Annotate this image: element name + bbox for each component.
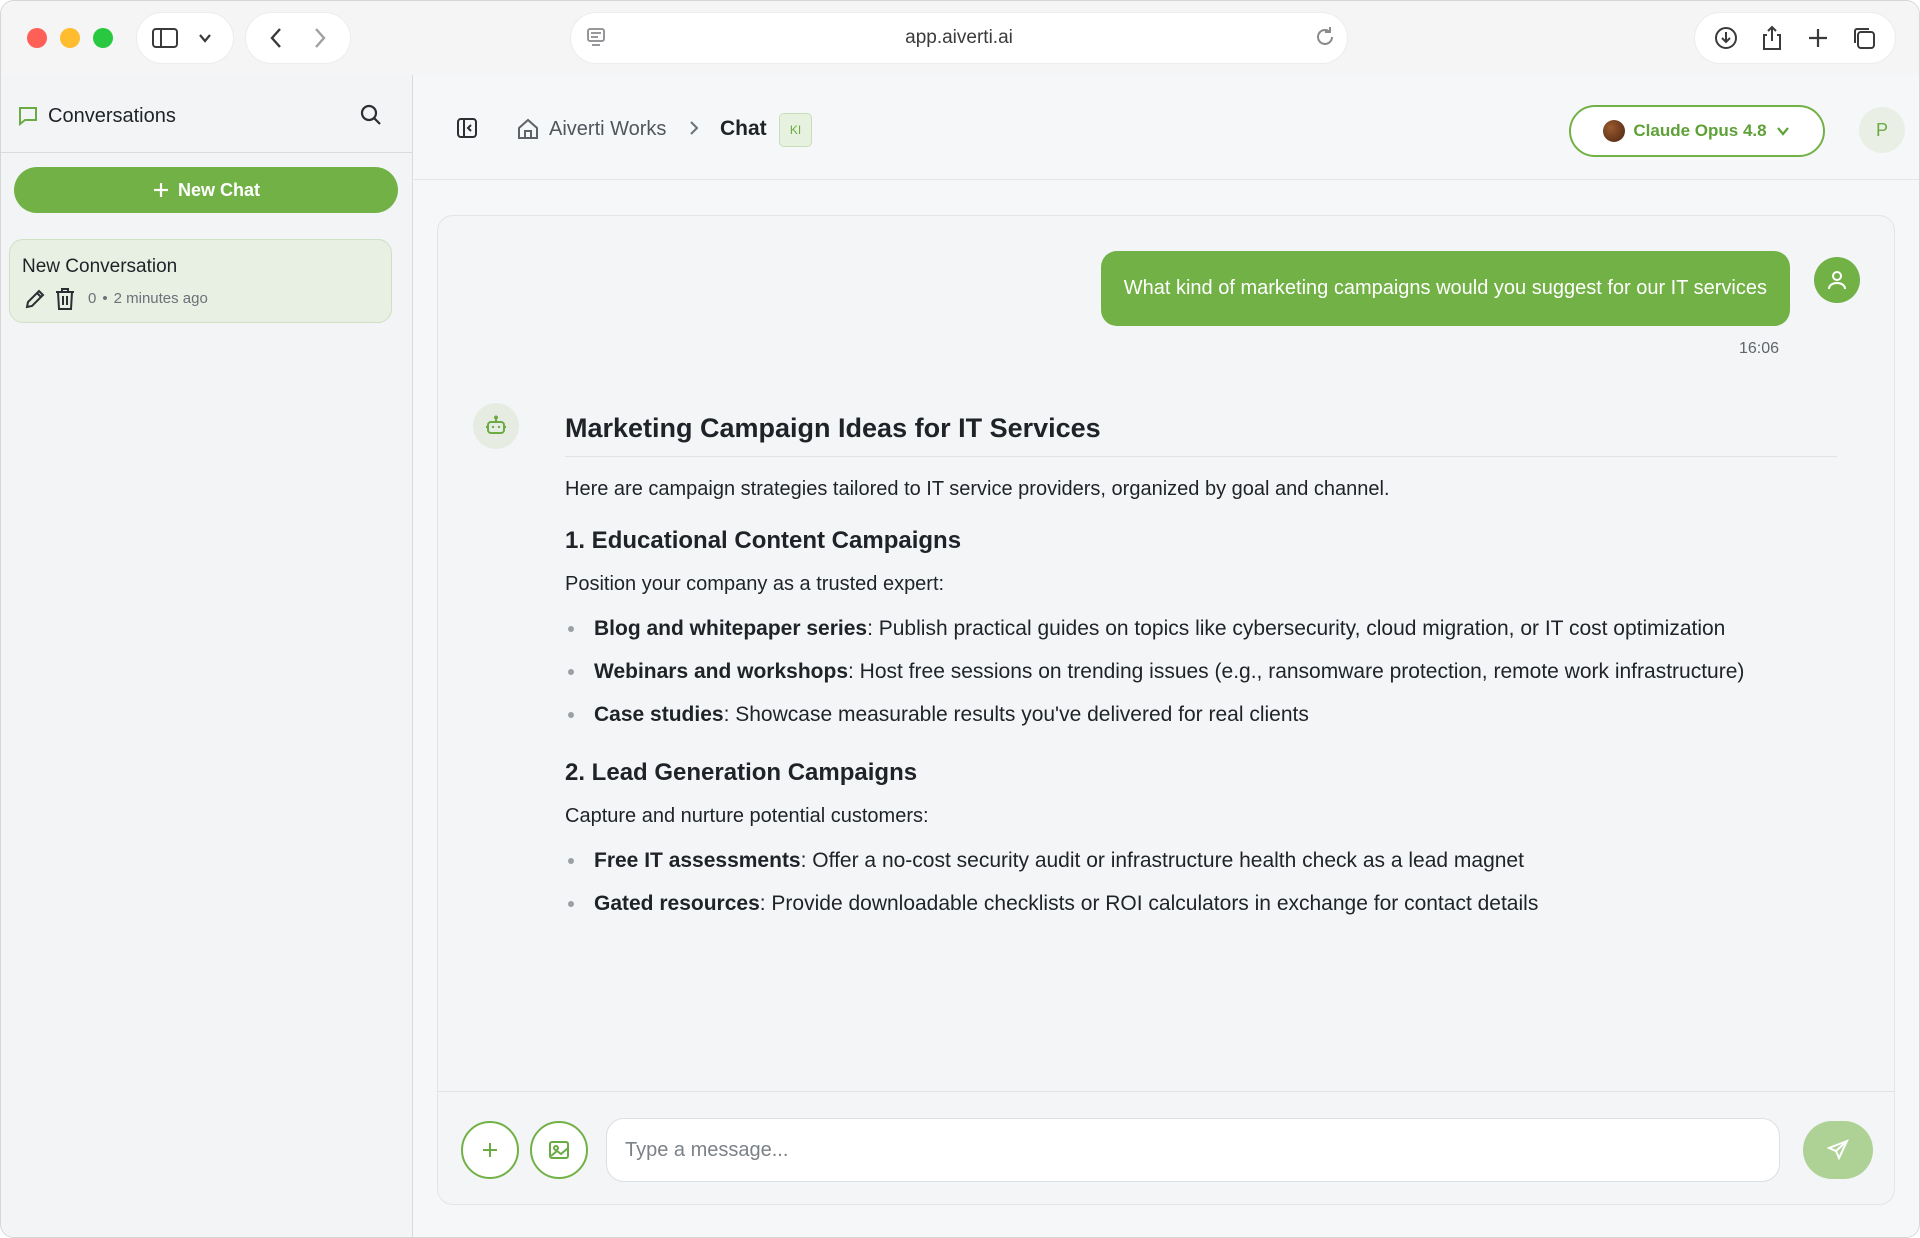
- chevron-down-icon: [1776, 127, 1789, 136]
- meta-separator: •: [102, 290, 108, 307]
- trash-icon[interactable]: [54, 287, 76, 316]
- user-icon: [1814, 257, 1860, 303]
- user-message: What kind of marketing campaigns would y…: [1100, 251, 1790, 326]
- send-icon: [1827, 1139, 1849, 1161]
- section-heading: 1. Educational Content Campaigns: [565, 527, 962, 554]
- section-list: Blog and whitepaper series: Publish prac…: [565, 610, 1837, 733]
- address-bar[interactable]: app.aiverti.ai: [571, 13, 1347, 63]
- plus-icon: [153, 183, 168, 197]
- model-icon: [1603, 120, 1626, 142]
- new-tab-icon[interactable]: [1802, 22, 1834, 54]
- list-item-text: : Publish practical guides on topics lik…: [867, 617, 1726, 640]
- conversation-item[interactable]: New Conversation 0 • 2 minutes ago: [9, 239, 392, 323]
- new-chat-button[interactable]: New Chat: [14, 167, 398, 213]
- navigation-group: [246, 13, 350, 63]
- list-item-term: Case studies: [594, 703, 724, 726]
- list-item-text: : Offer a no-cost security audit or infr…: [800, 849, 1524, 872]
- back-icon[interactable]: [260, 22, 292, 54]
- list-item-text: : Host free sessions on trending issues …: [848, 660, 1745, 683]
- assistant-message: Marketing Campaign Ideas for IT Services…: [565, 413, 1837, 928]
- download-icon[interactable]: [1710, 22, 1742, 54]
- main-area: Aiverti Works Chat KI Claude Opus 4.8 P …: [414, 75, 1919, 1237]
- page-menu-icon[interactable]: [585, 22, 607, 57]
- browser-actions: [1695, 13, 1895, 63]
- message-timestamp: 16:06: [1738, 340, 1779, 357]
- close-window-button[interactable]: [27, 28, 47, 48]
- avatar[interactable]: P: [1859, 107, 1905, 153]
- conversation-time: 2 minutes ago: [113, 290, 208, 307]
- sidebar-toggle-group: [137, 13, 233, 63]
- message-composer: [438, 1091, 1894, 1204]
- list-item-text: : Showcase measurable results you've del…: [723, 703, 1309, 726]
- attach-button[interactable]: [461, 1121, 519, 1179]
- list-item: Case studies: Showcase measurable result…: [565, 696, 1837, 733]
- answer-title: Marketing Campaign Ideas for IT Services: [565, 413, 1837, 457]
- pencil-icon[interactable]: [23, 287, 47, 316]
- breadcrumb-current: Chat: [720, 117, 767, 140]
- list-item-term: Gated resources: [594, 892, 760, 915]
- sidebar-header: Conversations: [1, 75, 412, 153]
- section-list: Free IT assessments: Offer a no-cost sec…: [565, 842, 1837, 922]
- tab-overview-icon[interactable]: [1848, 22, 1880, 54]
- image-icon: [549, 1141, 569, 1159]
- zoom-window-button[interactable]: [93, 28, 113, 48]
- conversation-meta: 0 • 2 minutes ago: [88, 290, 208, 307]
- image-upload-button[interactable]: [530, 1121, 588, 1179]
- send-button[interactable]: [1803, 1121, 1873, 1179]
- list-item: Webinars and workshops: Host free sessio…: [565, 653, 1837, 690]
- chat-panel: What kind of marketing campaigns would y…: [437, 215, 1895, 1205]
- message-count: 0: [88, 290, 97, 307]
- collapse-sidebar-icon[interactable]: [456, 117, 478, 144]
- forward-icon[interactable]: [304, 22, 336, 54]
- sidebar-title: Conversations: [48, 105, 176, 127]
- chat-bubble-icon: [17, 105, 39, 132]
- search-icon[interactable]: [359, 103, 383, 132]
- sidebar-icon[interactable]: [149, 22, 181, 54]
- list-item-term: Free IT assessments: [594, 849, 801, 872]
- robot-icon: [473, 403, 519, 449]
- answer-intro: Here are campaign strategies tailored to…: [565, 478, 1390, 500]
- model-label: Claude Opus 4.8: [1633, 121, 1767, 140]
- main-header: Aiverti Works Chat KI Claude Opus 4.8 P: [414, 75, 1919, 180]
- list-item-term: Blog and whitepaper series: [594, 617, 868, 640]
- list-item: Blog and whitepaper series: Publish prac…: [565, 610, 1837, 647]
- conversation-title: New Conversation: [22, 256, 178, 277]
- minimize-window-button[interactable]: [60, 28, 80, 48]
- list-item: Gated resources: Provide downloadable ch…: [565, 885, 1837, 922]
- browser-toolbar: app.aiverti.ai: [1, 1, 1919, 75]
- breadcrumb-root[interactable]: Aiverti Works: [549, 118, 666, 141]
- browser-window: app.aiverti.ai Conversations New Chat Ne…: [0, 0, 1920, 1238]
- chevron-down-icon[interactable]: [189, 22, 221, 54]
- list-item-term: Webinars and workshops: [594, 660, 848, 683]
- ki-badge: KI: [779, 113, 812, 147]
- section-lead: Capture and nurture potential customers:: [565, 805, 929, 827]
- plus-icon: [483, 1143, 497, 1157]
- conversations-sidebar: Conversations New Chat New Conversation …: [1, 75, 413, 1237]
- home-icon[interactable]: [516, 117, 540, 146]
- url-text[interactable]: app.aiverti.ai: [905, 27, 1013, 49]
- share-icon[interactable]: [1756, 22, 1788, 54]
- model-selector[interactable]: Claude Opus 4.8: [1569, 105, 1825, 157]
- new-chat-label: New Chat: [177, 179, 260, 200]
- list-item-text: : Provide downloadable checklists or ROI…: [759, 892, 1539, 915]
- message-input[interactable]: [606, 1118, 1780, 1182]
- reload-icon[interactable]: [1313, 22, 1337, 57]
- chevron-right-icon: [687, 119, 701, 142]
- list-item: Free IT assessments: Offer a no-cost sec…: [565, 842, 1837, 879]
- section-lead: Position your company as a trusted exper…: [565, 573, 945, 595]
- section-heading: 2. Lead Generation Campaigns: [565, 759, 918, 786]
